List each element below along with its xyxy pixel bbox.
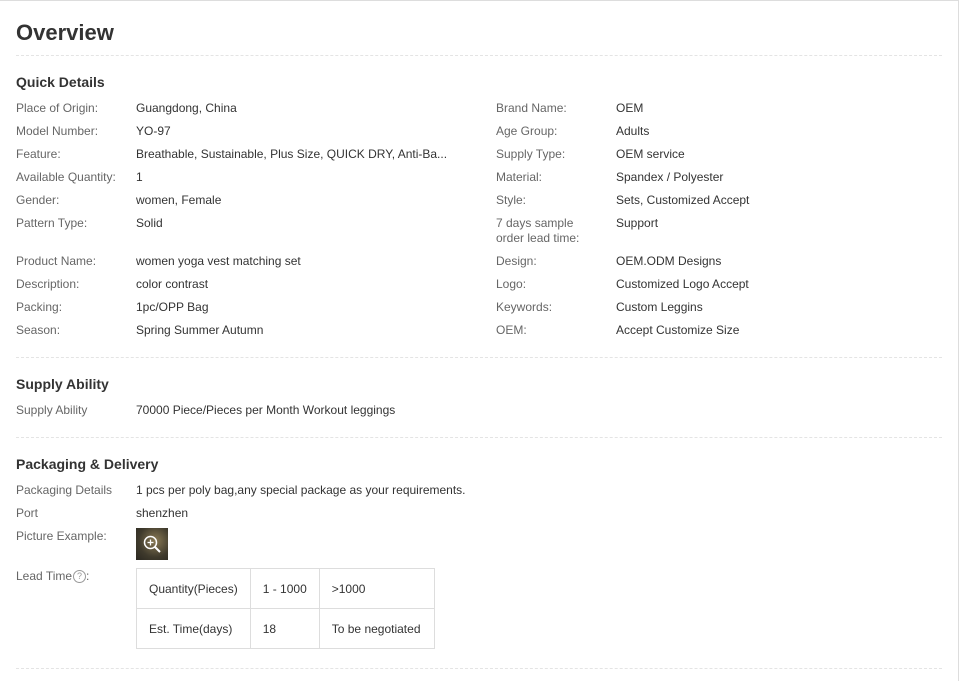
detail-value: OEM (616, 101, 644, 115)
page-title: Overview (16, 20, 114, 45)
detail-value: 1pc/OPP Bag (136, 300, 209, 314)
zoom-in-icon (143, 535, 161, 553)
table-cell: To be negotiated (318, 608, 435, 649)
detail-label: Design: (496, 254, 537, 268)
detail-label: Model Number: (16, 124, 99, 138)
detail-label: Gender: (16, 193, 60, 207)
supply-ability-value: 70000 Piece/Pieces per Month Workout leg… (136, 403, 396, 417)
detail-label: Available Quantity: (16, 170, 116, 184)
detail-label: Age Group: (496, 124, 558, 138)
detail-label: 7 days sample order lead time: (496, 216, 580, 245)
detail-value: Breathable, Sustainable, Plus Size, QUIC… (136, 147, 448, 161)
packaging-delivery-heading: Packaging & Delivery (16, 456, 159, 472)
picture-example-thumbnail[interactable] (136, 528, 168, 560)
detail-value: OEM service (616, 147, 685, 161)
detail-value: Spandex / Polyester (616, 170, 724, 184)
detail-value: color contrast (136, 277, 209, 291)
divider (16, 437, 942, 438)
detail-value: women yoga vest matching set (136, 254, 301, 268)
detail-label: Material: (496, 170, 543, 184)
detail-value: Adults (616, 124, 650, 138)
detail-label: OEM: (496, 323, 527, 337)
detail-label: Packing: (16, 300, 63, 314)
detail-value: Support (616, 216, 659, 230)
detail-label: Season: (16, 323, 61, 337)
detail-value: women, Female (136, 193, 222, 207)
detail-label: Product Name: (16, 254, 97, 268)
table-cell: 18 (249, 608, 320, 649)
detail-value: Sets, Customized Accept (616, 193, 750, 207)
detail-label: Place of Origin: (16, 101, 99, 115)
lead-time-table: Quantity(Pieces) 1 - 1000 >1000 Est. Tim… (136, 568, 435, 649)
detail-label: Logo: (496, 277, 527, 291)
detail-label: Description: (16, 277, 80, 291)
table-cell: Quantity(Pieces) (136, 568, 251, 609)
detail-value: Custom Leggins (616, 300, 703, 314)
detail-value: Customized Logo Accept (616, 277, 749, 291)
divider (16, 668, 942, 669)
divider (16, 357, 942, 358)
lead-time-label: Lead Time?: (16, 569, 89, 584)
table-cell: >1000 (318, 568, 435, 609)
supply-ability-heading: Supply Ability (16, 376, 109, 392)
table-cell: Est. Time(days) (136, 608, 251, 649)
detail-label: Keywords: (496, 300, 553, 314)
detail-label: Brand Name: (496, 101, 567, 115)
supply-ability-label: Supply Ability (16, 403, 88, 417)
detail-label: Style: (496, 193, 527, 207)
table-cell: 1 - 1000 (249, 568, 320, 609)
divider (16, 55, 942, 56)
detail-value: Accept Customize Size (616, 323, 740, 337)
packaging-details-label: Packaging Details (16, 483, 113, 497)
lead-time-colon: : (86, 569, 90, 583)
detail-value: Guangdong, China (136, 101, 237, 115)
picture-example-label: Picture Example: (16, 529, 107, 543)
detail-value: Solid (136, 216, 163, 230)
packaging-details-value: 1 pcs per poly bag,any special package a… (136, 483, 466, 497)
detail-value: OEM.ODM Designs (616, 254, 722, 268)
lead-time-label-text: Lead Time (16, 569, 73, 583)
detail-value: 1 (136, 170, 143, 184)
detail-value: YO-97 (136, 124, 171, 138)
detail-label: Feature: (16, 147, 61, 161)
port-value: shenzhen (136, 506, 189, 520)
table-row: Est. Time(days) 18 To be negotiated (136, 608, 435, 649)
detail-value: Spring Summer Autumn (136, 323, 264, 337)
table-row: Quantity(Pieces) 1 - 1000 >1000 (136, 568, 435, 609)
quick-details-heading: Quick Details (16, 74, 105, 90)
port-label: Port (16, 506, 39, 520)
detail-label: Supply Type: (496, 147, 566, 161)
question-circle-icon[interactable]: ? (73, 570, 87, 584)
detail-label: Pattern Type: (16, 216, 88, 230)
